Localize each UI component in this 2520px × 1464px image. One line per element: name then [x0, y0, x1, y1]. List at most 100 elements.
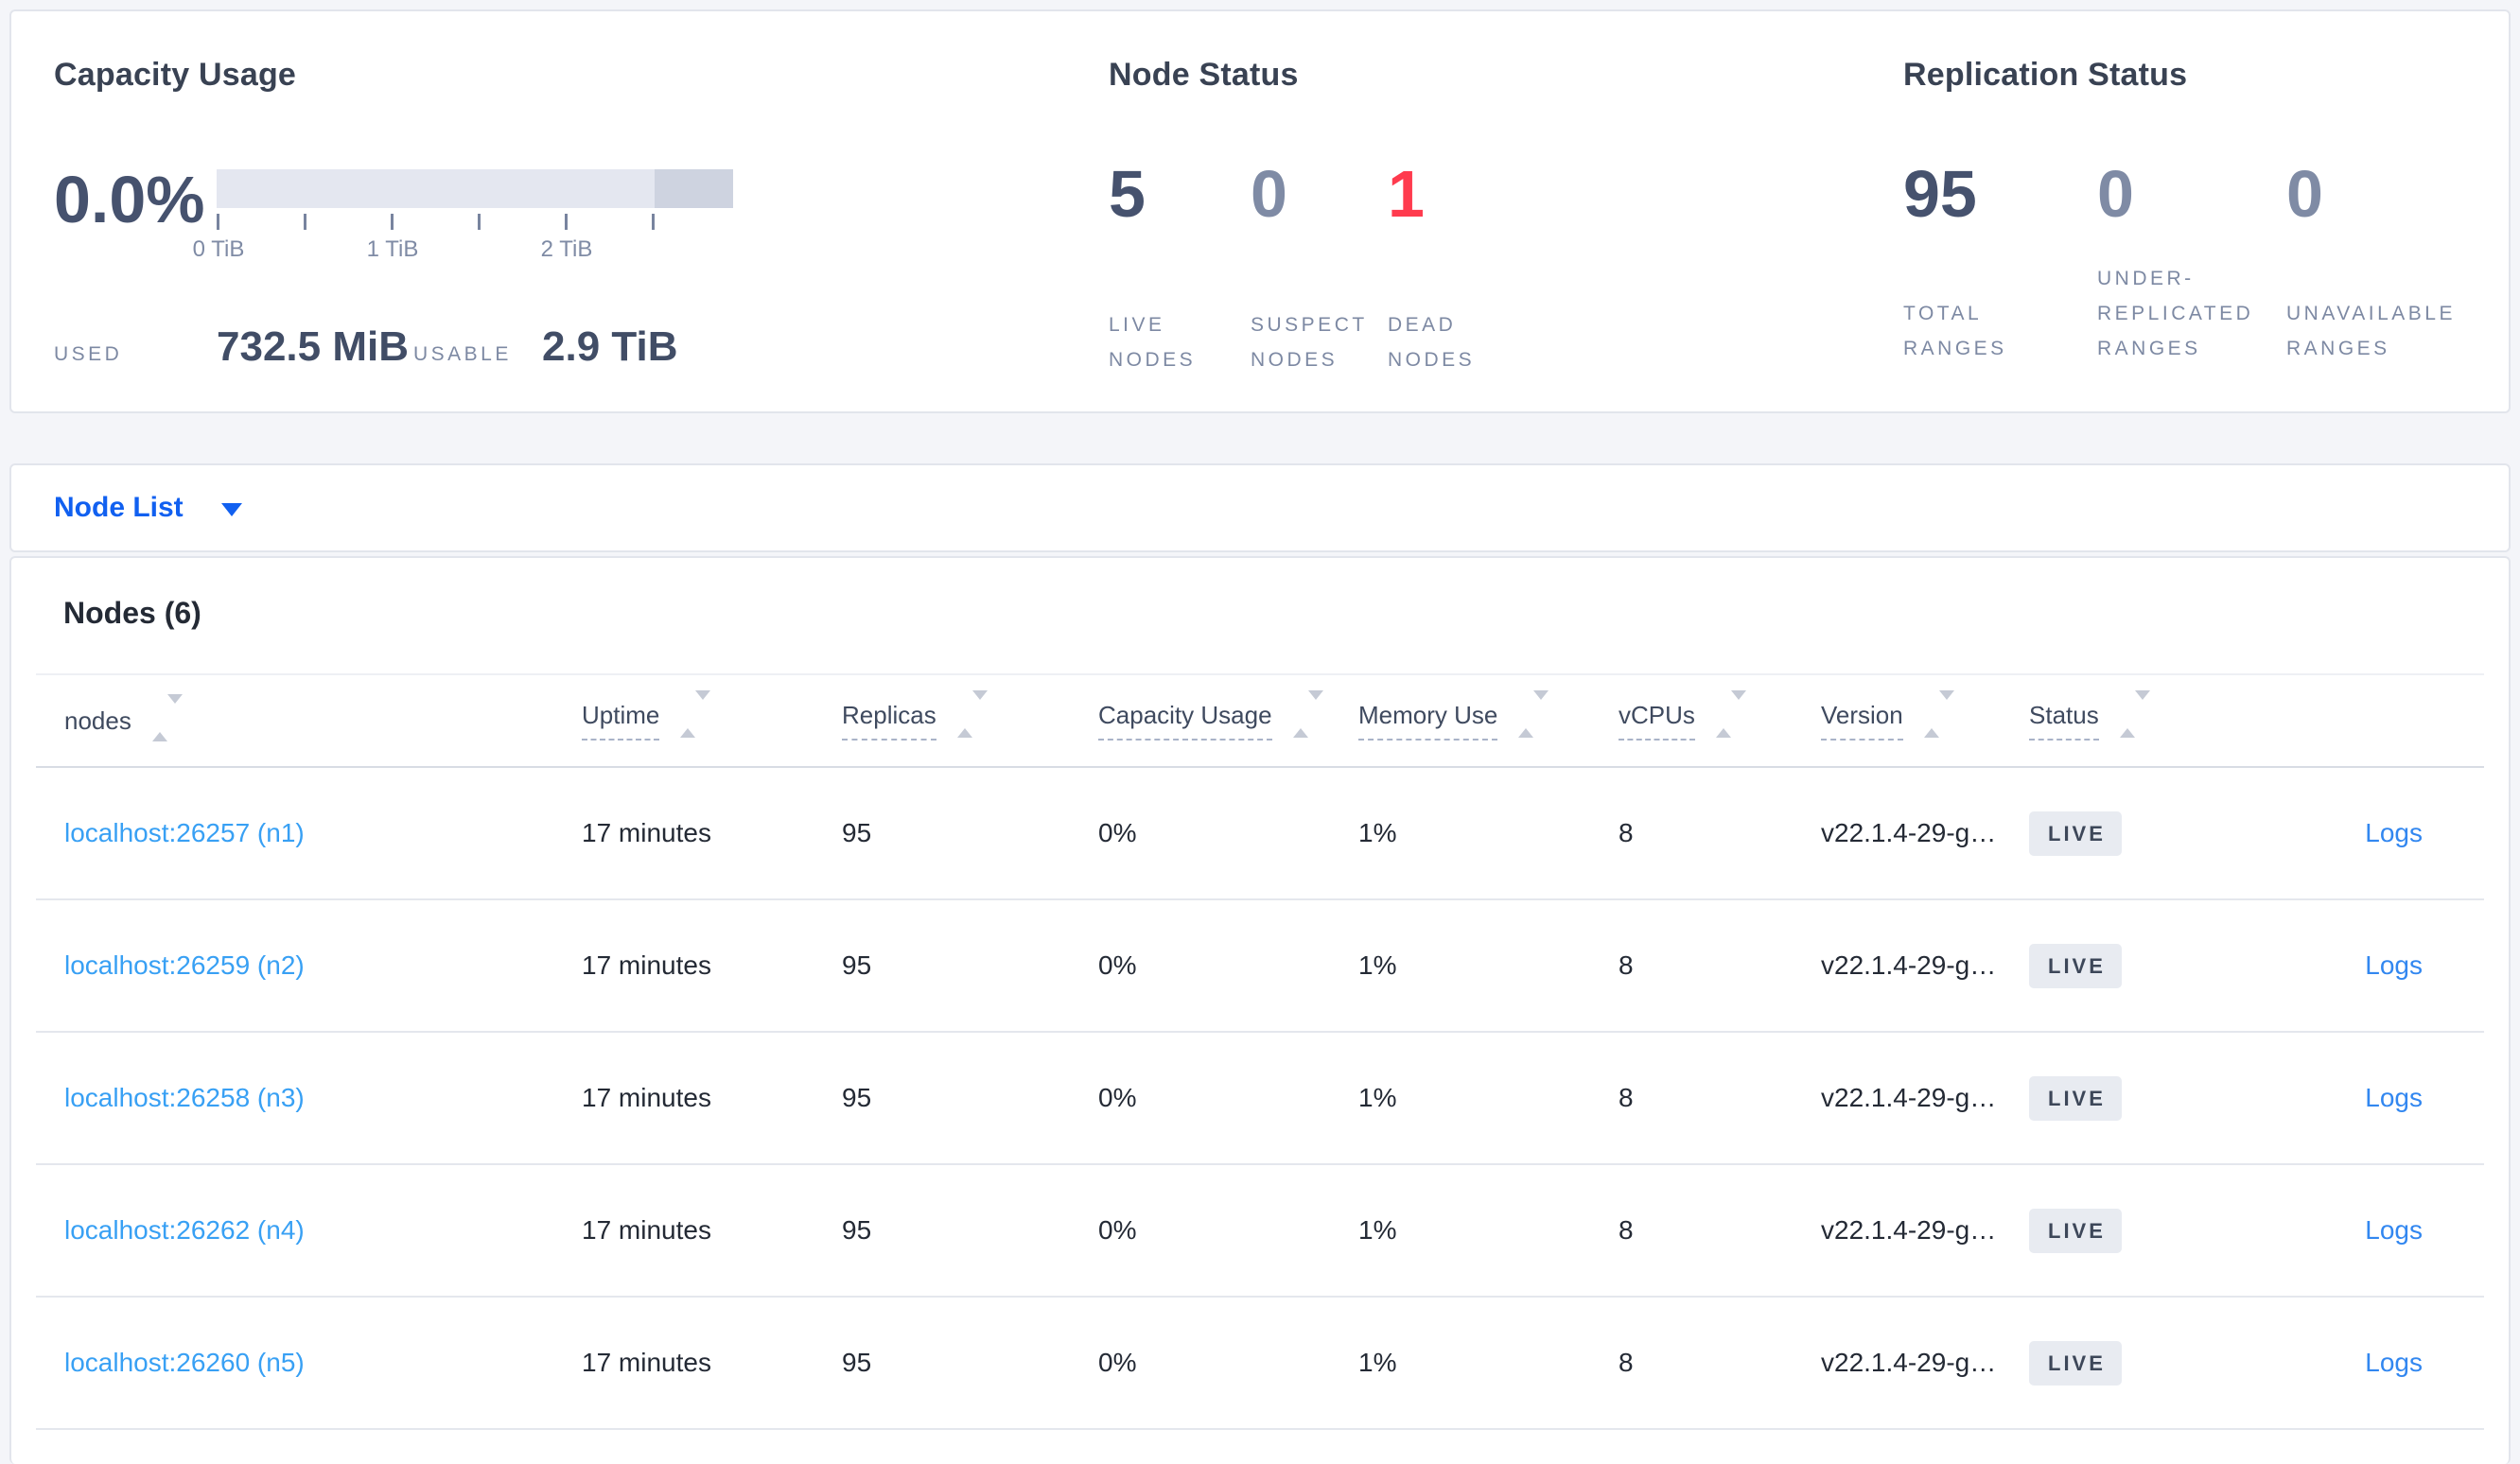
- capacity-meter-reserved-segment: [655, 169, 733, 208]
- axis-tick: [652, 214, 655, 230]
- axis-tick-label: 1 TiB: [366, 236, 419, 262]
- under-replicated-ranges-value: 0: [2097, 157, 2134, 231]
- suspect-nodes-label: SUSPECT NODES: [1251, 314, 1368, 371]
- node-status-title: Node Status: [1109, 57, 1299, 93]
- sort-icon[interactable]: [1923, 689, 1954, 738]
- logs-link[interactable]: Logs: [2365, 1348, 2423, 1377]
- uptime-cell: 17 minutes: [582, 950, 711, 980]
- replication-status-title: Replication Status: [1903, 57, 2188, 93]
- usable-label: USABLE: [413, 343, 512, 365]
- node-address-link[interactable]: localhost:26262 (n4): [64, 1215, 305, 1245]
- total-ranges-label: TOTAL RANGES: [1903, 303, 2007, 359]
- dead-nodes-value: 1: [1388, 157, 1425, 231]
- replication-status-section: Replication Status 95 0 0 TOTAL RANGES U…: [1903, 11, 2509, 411]
- sort-icon[interactable]: [1292, 689, 1323, 738]
- logs-link[interactable]: Logs: [2365, 1083, 2423, 1112]
- version-cell: v22.1.4-29-g…: [1821, 1215, 1997, 1245]
- total-ranges-value: 95: [1903, 157, 1977, 231]
- column-header-status[interactable]: Status: [2001, 689, 2294, 742]
- live-nodes-label: LIVE NODES: [1109, 314, 1197, 371]
- uptime-cell: 17 minutes: [582, 1083, 711, 1112]
- memory-use-cell: 1%: [1358, 1215, 1397, 1245]
- node-address-link[interactable]: localhost:26257 (n1): [64, 818, 305, 847]
- vcpus-cell: 8: [1619, 1215, 1634, 1245]
- column-header-memory-use[interactable]: Memory Use: [1330, 689, 1590, 742]
- status-badge: LIVE: [2029, 810, 2122, 856]
- capacity-usage-cell: 0%: [1098, 950, 1137, 980]
- sort-icon[interactable]: [680, 689, 711, 738]
- version-cell: v22.1.4-29-g…: [1821, 1348, 1997, 1377]
- column-header-capacity-usage[interactable]: Capacity Usage: [1070, 689, 1330, 742]
- memory-use-cell: 1%: [1358, 1083, 1397, 1112]
- uptime-cell: 17 minutes: [582, 1215, 711, 1245]
- replicas-cell: 95: [842, 1215, 872, 1245]
- sort-icon[interactable]: [956, 689, 988, 738]
- table-row: localhost:26260 (n5) 17 minutes 95 0% 1%…: [36, 1298, 2484, 1430]
- uptime-cell: 17 minutes: [582, 818, 711, 847]
- version-cell: v22.1.4-29-g…: [1821, 818, 1997, 847]
- capacity-usage-cell: 0%: [1098, 1215, 1137, 1245]
- table-row: localhost:26262 (n4) 17 minutes 95 0% 1%…: [36, 1165, 2484, 1298]
- column-header-version[interactable]: Version: [1793, 689, 2001, 742]
- axis-tick: [565, 214, 568, 230]
- node-address-link[interactable]: localhost:26258 (n3): [64, 1083, 305, 1112]
- status-badge: LIVE: [2029, 1208, 2122, 1253]
- capacity-meter-bar: [217, 169, 733, 208]
- axis-tick: [304, 214, 306, 230]
- node-status-labels: LIVE NODES SUSPECT NODES DEAD NODES: [1109, 307, 1539, 377]
- nodes-panel: Nodes (6) nodes Uptime Replicas Capacity…: [9, 556, 2511, 1464]
- cluster-summary-panel: Capacity Usage 0.0% 0 TiB 1 TiB 2 TiB US…: [9, 9, 2511, 413]
- node-status-section: Node Status 5 0 1 LIVE NODES SUSPECT NOD…: [1109, 11, 1894, 411]
- chevron-down-icon[interactable]: [220, 503, 242, 516]
- column-header-vcpus[interactable]: vCPUs: [1590, 689, 1793, 742]
- column-header-nodes[interactable]: nodes: [36, 693, 553, 741]
- replication-status-values: 95 0 0: [1903, 161, 2490, 227]
- replicas-cell: 95: [842, 950, 872, 980]
- sort-icon[interactable]: [151, 693, 183, 741]
- vcpus-cell: 8: [1619, 1348, 1634, 1377]
- column-header-replicas[interactable]: Replicas: [814, 689, 1070, 742]
- table-body: localhost:26257 (n1) 17 minutes 95 0% 1%…: [36, 768, 2484, 1430]
- used-label: USED: [54, 343, 123, 365]
- capacity-usage-cell: 0%: [1098, 818, 1137, 847]
- logs-link[interactable]: Logs: [2365, 950, 2423, 980]
- replicas-cell: 95: [842, 1348, 872, 1377]
- used-value: 732.5 MiB: [217, 323, 409, 370]
- capacity-usage-cell: 0%: [1098, 1348, 1137, 1377]
- version-cell: v22.1.4-29-g…: [1821, 950, 1997, 980]
- logs-link[interactable]: Logs: [2365, 1215, 2423, 1245]
- suspect-nodes-value: 0: [1251, 157, 1287, 231]
- table-row: localhost:26258 (n3) 17 minutes 95 0% 1%…: [36, 1033, 2484, 1165]
- sort-icon[interactable]: [2119, 689, 2150, 738]
- replicas-cell: 95: [842, 1083, 872, 1112]
- node-address-link[interactable]: localhost:26260 (n5): [64, 1348, 305, 1377]
- node-list-dropdown[interactable]: Node List: [54, 492, 184, 524]
- capacity-usage-cell: 0%: [1098, 1083, 1137, 1112]
- uptime-cell: 17 minutes: [582, 1348, 711, 1377]
- table-row: localhost:26257 (n1) 17 minutes 95 0% 1%…: [36, 768, 2484, 900]
- dead-nodes-label: DEAD NODES: [1388, 314, 1476, 371]
- capacity-stats-row: USED 732.5 MiB USABLE 2.9 TiB: [54, 323, 677, 371]
- logs-link[interactable]: Logs: [2365, 818, 2423, 847]
- memory-use-cell: 1%: [1358, 1348, 1397, 1377]
- version-cell: v22.1.4-29-g…: [1821, 1083, 1997, 1112]
- usable-value: 2.9 TiB: [542, 323, 678, 370]
- axis-tick: [391, 214, 394, 230]
- table-header-row: nodes Uptime Replicas Capacity Usage Mem…: [36, 673, 2484, 768]
- table-row: localhost:26259 (n2) 17 minutes 95 0% 1%…: [36, 900, 2484, 1033]
- live-nodes-value: 5: [1109, 157, 1146, 231]
- node-status-values: 5 0 1: [1109, 161, 1539, 227]
- status-badge: LIVE: [2029, 1075, 2122, 1121]
- capacity-usage-title: Capacity Usage: [54, 57, 297, 93]
- node-address-link[interactable]: localhost:26259 (n2): [64, 950, 305, 980]
- vcpus-cell: 8: [1619, 950, 1634, 980]
- column-header-uptime[interactable]: Uptime: [553, 689, 814, 742]
- sort-icon[interactable]: [1715, 689, 1746, 738]
- unavailable-ranges-value: 0: [2286, 157, 2323, 231]
- sort-icon[interactable]: [1518, 689, 1549, 738]
- status-badge: LIVE: [2029, 943, 2122, 988]
- replicas-cell: 95: [842, 818, 872, 847]
- vcpus-cell: 8: [1619, 818, 1634, 847]
- status-badge: LIVE: [2029, 1340, 2122, 1386]
- capacity-usage-section: Capacity Usage 0.0% 0 TiB 1 TiB 2 TiB US…: [54, 11, 1094, 411]
